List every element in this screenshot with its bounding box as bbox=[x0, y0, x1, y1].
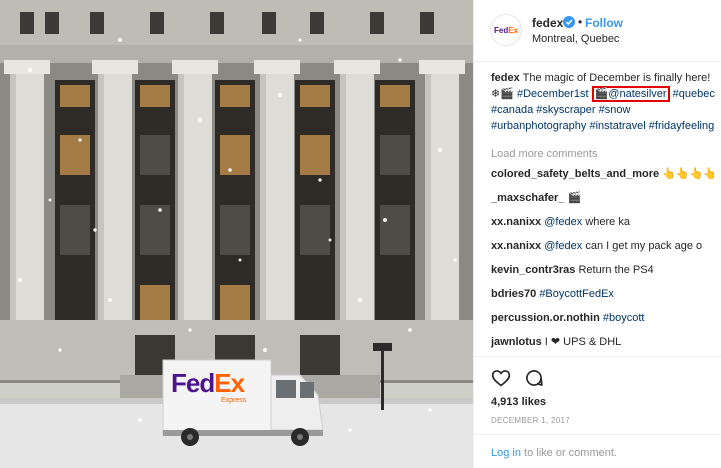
comment-row: jawnlotus I ❤ UPS & DHL bbox=[491, 334, 719, 355]
caption-username[interactable]: fedex bbox=[491, 72, 520, 84]
post-header: Fed Ex fedex • Follow Montreal, Quebec bbox=[474, 0, 721, 62]
avatar[interactable]: Fed Ex bbox=[490, 14, 522, 46]
verified-badge-icon bbox=[563, 16, 575, 28]
comment-tag[interactable]: @fedex bbox=[544, 216, 582, 228]
truck-express-label: Express bbox=[221, 397, 247, 404]
comment-tag[interactable]: @fedex bbox=[544, 240, 582, 252]
comment-text: Return the PS4 bbox=[578, 264, 654, 276]
comment-tag[interactable]: #boycott bbox=[603, 312, 645, 324]
comment-username[interactable]: xx.nanixx bbox=[491, 240, 541, 252]
comment-icon[interactable] bbox=[524, 368, 544, 388]
comment-text: where ka bbox=[585, 216, 630, 228]
post-photo[interactable]: FedEx Express bbox=[0, 0, 473, 468]
login-prompt: to like or comment. bbox=[520, 447, 617, 459]
mention-highlight-box: 🎬@natesilver bbox=[591, 86, 670, 102]
follow-button[interactable]: Follow bbox=[585, 16, 623, 30]
post-caption: fedex The magic of December is finally h… bbox=[491, 70, 719, 134]
comment-row: xx.nanixx @fedex where ka bbox=[491, 214, 719, 235]
location-link[interactable]: Montreal, Quebec bbox=[532, 33, 619, 45]
post-side-panel: Fed Ex fedex • Follow Montreal, Quebec fe… bbox=[473, 0, 721, 468]
caption-emoji: 🎬 bbox=[594, 88, 609, 100]
comment-username[interactable]: colored_safety_belts_and_more bbox=[491, 168, 659, 180]
comment-text: can I get my pack age o bbox=[585, 240, 703, 252]
comment-row: _maxschafer_ 🎬 bbox=[491, 190, 719, 211]
comment-row: percussion.or.nothin #boycott bbox=[491, 310, 719, 331]
likes-count[interactable]: 4,913 likes bbox=[491, 396, 546, 408]
comment-row: bdries70 #BoycottFedEx bbox=[491, 286, 719, 307]
comment-row: xx.nanixx @fedex can I get my pack age o bbox=[491, 238, 719, 259]
comments-list[interactable]: fedex The magic of December is finally h… bbox=[491, 68, 719, 356]
comment-text: 🎬 bbox=[567, 192, 582, 204]
comment-row: colored_safety_belts_and_more 👆👆👆👆 bbox=[491, 166, 719, 187]
comment-username[interactable]: xx.nanixx bbox=[491, 216, 541, 228]
truck-logo: FedEx bbox=[171, 368, 245, 398]
hashtag-december[interactable]: #December1st bbox=[517, 88, 589, 100]
comment-username[interactable]: percussion.or.nothin bbox=[491, 312, 600, 324]
comment-username[interactable]: jawnlotus bbox=[491, 336, 542, 348]
login-footer: Log in to like or comment. bbox=[474, 434, 721, 468]
comment-username[interactable]: bdries70 bbox=[491, 288, 536, 300]
actions-divider bbox=[474, 356, 721, 357]
username-link[interactable]: fedex bbox=[532, 16, 563, 30]
login-link[interactable]: Log in bbox=[491, 447, 521, 459]
comment-text: I ❤ UPS & DHL bbox=[544, 336, 622, 348]
comment-username[interactable]: kevin_contr3ras bbox=[491, 264, 575, 276]
separator-dot: • bbox=[578, 15, 583, 29]
comment-text: 👆👆👆👆 bbox=[662, 168, 717, 180]
comment-tag[interactable]: #BoycottFedEx bbox=[539, 288, 614, 300]
load-more-comments[interactable]: Load more comments bbox=[491, 146, 719, 162]
comment-row: kevin_contr3ras Return the PS4 bbox=[491, 262, 719, 283]
mention-natesilver[interactable]: @natesilver bbox=[608, 88, 666, 100]
comment-username[interactable]: _maxschafer_ bbox=[491, 192, 564, 204]
heart-icon[interactable] bbox=[491, 368, 511, 388]
post-date: DECEMBER 1, 2017 bbox=[491, 416, 571, 425]
